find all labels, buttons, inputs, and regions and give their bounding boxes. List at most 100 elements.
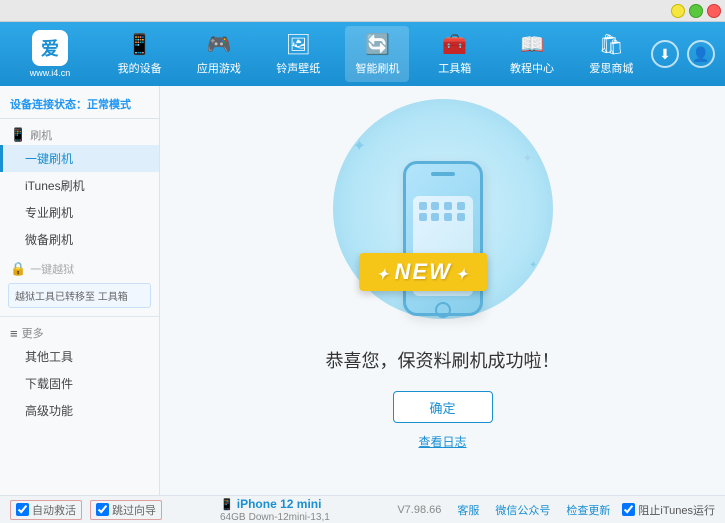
nav-item-app-game[interactable]: 🎮 应用游戏 (187, 26, 251, 82)
nav-item-tutorial[interactable]: 📖 教程中心 (500, 26, 564, 82)
logo-text: www.i4.cn (30, 68, 71, 78)
smart-flash-icon: 🔄 (365, 32, 390, 57)
maximize-button[interactable] (689, 4, 703, 18)
app-dot (419, 202, 427, 210)
nav-items: 📱 我的设备 🎮 应用游戏 🖼 铃声壁纸 🔄 智能刷机 🧰 工具箱 📖 教程中心… (100, 26, 651, 82)
device-info: 📱 iPhone 12 mini 64GB Down-12mini-13,1 (210, 497, 397, 523)
bottom-left: 自动救活 跳过向导 (10, 500, 210, 520)
device-firmware-value: Down-12mini-13,1 (249, 512, 330, 523)
sidebar: 设备连接状态：正常模式 📱 刷机 一键刷机 iTunes刷机 专业刷机 微备刷机… (0, 86, 160, 495)
nav-right: ⬇ 👤 (651, 40, 715, 68)
auto-rescue-checkbox-label[interactable]: 自动救活 (10, 500, 82, 520)
app-dot (457, 213, 465, 221)
toolbox-icon: 🧰 (442, 32, 467, 57)
nav-item-wallpaper[interactable]: 🖼 铃声壁纸 (266, 26, 330, 82)
toolbox-label: 工具箱 (438, 60, 471, 76)
device-status-value: 正常模式 (87, 99, 131, 111)
sparkle-icon-2: ✦ (522, 151, 532, 165)
download-button[interactable]: ⬇ (651, 40, 679, 68)
sidebar-group-more[interactable]: ≡ 更多 (0, 321, 159, 343)
logo-icon: 爱 (32, 30, 68, 66)
bottom-bar: 自动救活 跳过向导 📱 iPhone 12 mini 64GB Down-12m… (0, 495, 725, 523)
phone-illustration (388, 141, 498, 341)
new-badge: NEW (359, 253, 488, 291)
wallpaper-icon: 🖼 (286, 32, 311, 57)
wizard-checkbox[interactable] (96, 503, 109, 516)
smart-flash-label: 智能刷机 (355, 60, 399, 76)
other-tools-label: 其他工具 (25, 350, 73, 364)
device-phone-icon: 📱 (220, 499, 234, 511)
app-game-label: 应用游戏 (197, 60, 241, 76)
more-group-label: 更多 (22, 325, 44, 341)
success-text: 恭喜您，保资料刷机成功啦！ (326, 347, 560, 373)
close-button[interactable] (707, 4, 721, 18)
locked-item-label: 一键越狱 (30, 261, 74, 277)
minimize-button[interactable] (671, 4, 685, 18)
app-dot (444, 213, 452, 221)
pro-flash-label: 专业刷机 (25, 206, 73, 220)
goto-log-link[interactable]: 查看日志 (418, 433, 466, 450)
illustration-container: ✦ ✦ ✦ (326, 131, 560, 450)
download-fw-label: 下载固件 (25, 377, 73, 391)
itunes-status: 阻止iTunes运行 (622, 502, 715, 518)
update-link[interactable]: 检查更新 (566, 502, 610, 518)
support-link[interactable]: 客服 (457, 502, 479, 518)
nav-logo[interactable]: 爱 www.i4.cn (10, 30, 90, 78)
sidebar-group-flash[interactable]: 📱 刷机 (0, 123, 159, 145)
sidebar-item-one-click-flash[interactable]: 一键刷机 (0, 145, 159, 172)
auto-rescue-checkbox[interactable] (16, 503, 29, 516)
nav-item-smart-flash[interactable]: 🔄 智能刷机 (345, 26, 409, 82)
device-name: iPhone 12 mini (237, 497, 322, 511)
mall-label: 爱思商城 (589, 60, 633, 76)
wechat-link[interactable]: 微信公众号 (495, 502, 550, 518)
content-area: ✦ ✦ ✦ (160, 86, 725, 495)
more-group-icon: ≡ (10, 326, 18, 341)
sidebar-item-pro-flash[interactable]: 专业刷机 (0, 199, 159, 226)
sidebar-item-other-tools[interactable]: 其他工具 (0, 343, 159, 370)
confirm-button[interactable]: 确定 (393, 391, 493, 423)
sidebar-item-data-flash[interactable]: 微备刷机 (0, 226, 159, 253)
sidebar-item-advanced[interactable]: 高级功能 (0, 397, 159, 424)
sparkle-icon-3: ✦ (529, 260, 537, 271)
device-status: 设备连接状态：正常模式 (0, 92, 159, 119)
sidebar-item-itunes-flash[interactable]: iTunes刷机 (0, 172, 159, 199)
app-dot (444, 202, 452, 210)
itunes-label: 阻止iTunes运行 (638, 502, 715, 518)
itunes-flash-label: iTunes刷机 (25, 179, 85, 193)
flash-group-label: 刷机 (30, 127, 52, 143)
app-dot (419, 213, 427, 221)
mall-icon: 🛍 (599, 32, 624, 57)
tutorial-label: 教程中心 (510, 60, 554, 76)
sidebar-item-download-fw[interactable]: 下载固件 (0, 370, 159, 397)
user-button[interactable]: 👤 (687, 40, 715, 68)
tutorial-icon: 📖 (520, 32, 545, 57)
version-label: V7.98.66 (397, 504, 441, 516)
device-storage: 64GB (220, 512, 246, 523)
sidebar-divider (0, 316, 159, 317)
itunes-checkbox[interactable] (622, 503, 635, 516)
bottom-right: V7.98.66 客服 微信公众号 检查更新 (397, 502, 610, 518)
phone-home-button (435, 302, 451, 318)
nav-item-mall[interactable]: 🛍 爱思商城 (579, 26, 643, 82)
nav-item-toolbox[interactable]: 🧰 工具箱 (425, 26, 485, 82)
my-device-label: 我的设备 (118, 60, 162, 76)
data-flash-label: 微备刷机 (25, 233, 73, 247)
sidebar-locked-group: 🔒 一键越狱 (0, 257, 159, 279)
sparkle-icon-1: ✦ (353, 136, 366, 156)
phone-speaker (431, 172, 455, 176)
wallpaper-label: 铃声壁纸 (276, 60, 320, 76)
title-bar (0, 0, 725, 22)
main-area: 设备连接状态：正常模式 📱 刷机 一键刷机 iTunes刷机 专业刷机 微备刷机… (0, 86, 725, 495)
phone-body (403, 161, 483, 316)
one-click-flash-label: 一键刷机 (25, 152, 73, 166)
flash-group-icon: 📱 (10, 127, 26, 143)
wizard-checkbox-label[interactable]: 跳过向导 (90, 500, 162, 520)
sidebar-note: 越狱工具已转移至 工具箱 (8, 283, 151, 308)
my-device-icon: 📱 (127, 32, 152, 57)
success-illustration: ✦ ✦ ✦ (343, 131, 543, 331)
app-dot (431, 213, 439, 221)
advanced-label: 高级功能 (25, 404, 73, 418)
nav-item-my-device[interactable]: 📱 我的设备 (108, 26, 172, 82)
lock-icon: 🔒 (10, 261, 26, 277)
app-grid (413, 196, 473, 227)
